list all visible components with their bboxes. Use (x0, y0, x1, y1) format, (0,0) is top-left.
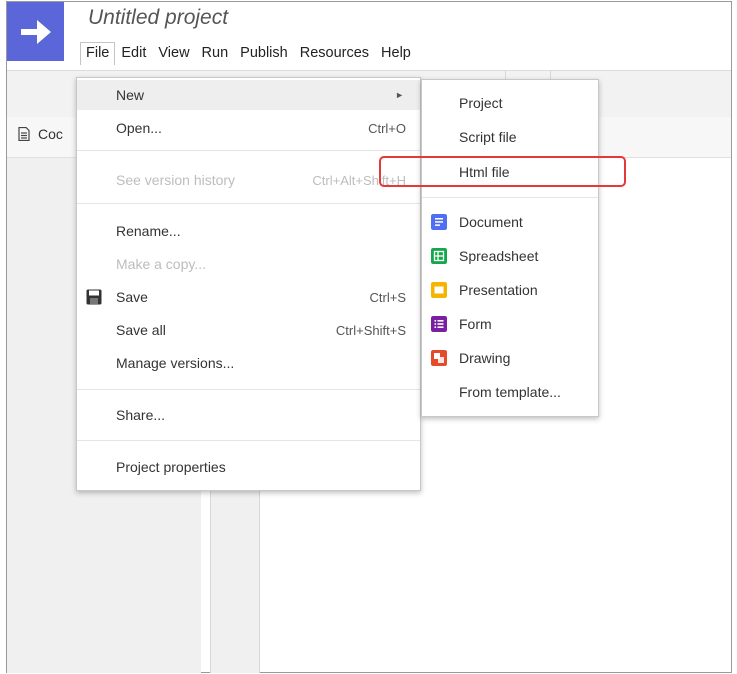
submenu-item-label: From template... (459, 384, 561, 400)
menu-edit[interactable]: Edit (115, 42, 152, 64)
sheets-icon (431, 248, 447, 264)
submenu-item-spreadsheet[interactable]: Spreadsheet (422, 240, 598, 272)
menu-item-shortcut: Ctrl+S (369, 289, 406, 305)
menu-divider (77, 389, 420, 390)
submenu-item-form[interactable]: Form (422, 308, 598, 340)
menu-help[interactable]: Help (375, 42, 417, 64)
menu-item-rename[interactable]: Rename... (77, 216, 420, 246)
menu-item-label: Make a copy... (116, 256, 207, 272)
menu-divider (77, 440, 420, 441)
drawings-icon (431, 350, 447, 366)
apps-script-logo[interactable] (7, 2, 64, 61)
menu-item-make-a-copy: Make a copy... (77, 249, 420, 279)
menu-item-label: Project properties (116, 459, 226, 475)
submenu-item-label: Drawing (459, 350, 511, 366)
menu-item-label: New (116, 87, 145, 103)
tab-code-file[interactable]: Coc (18, 126, 63, 142)
slides-icon (431, 282, 447, 298)
file-menu-dropdown: New ► Open... Ctrl+O See version history… (76, 77, 421, 491)
menu-file[interactable]: File (80, 41, 116, 65)
submenu-item-label: Spreadsheet (459, 248, 539, 264)
submenu-item-drawing[interactable]: Drawing (422, 342, 598, 374)
annotation-highlight-box (379, 156, 626, 187)
submenu-item-project[interactable]: Project (422, 87, 598, 119)
menu-item-project-properties[interactable]: Project properties (77, 452, 420, 482)
menu-item-open[interactable]: Open... Ctrl+O (77, 113, 420, 143)
menu-item-shortcut: Ctrl+Shift+S (335, 322, 406, 338)
menu-item-see-version-history: See version history Ctrl+Alt+Shift+H (77, 165, 420, 195)
submenu-item-label: Script file (459, 129, 517, 145)
menu-bar: File Edit View Run Publish Resources Hel… (80, 40, 417, 66)
menu-item-share[interactable]: Share... (77, 400, 420, 430)
menu-resources[interactable]: Resources (294, 42, 375, 64)
submenu-item-label: Project (459, 95, 503, 111)
menu-divider (77, 203, 420, 204)
floppy-disk-icon (86, 289, 102, 305)
submenu-item-label: Form (459, 316, 492, 332)
project-title[interactable]: Untitled project (88, 6, 228, 30)
menu-item-manage-versions[interactable]: Manage versions... (77, 348, 420, 378)
menu-item-label: Save all (116, 322, 166, 338)
menu-item-label: See version history (116, 172, 236, 188)
arrow-right-icon (20, 19, 51, 44)
menu-item-label: Rename... (116, 223, 181, 239)
tab-label: Coc (38, 126, 63, 142)
menu-item-label: Share... (116, 407, 166, 423)
menu-run[interactable]: Run (196, 42, 235, 64)
submenu-item-script-file[interactable]: Script file (422, 121, 598, 153)
submenu-item-document[interactable]: Document (422, 206, 598, 238)
menu-item-save-all[interactable]: Save all Ctrl+Shift+S (77, 315, 420, 345)
menu-view[interactable]: View (152, 42, 195, 64)
submenu-divider (422, 197, 598, 198)
docs-icon (431, 214, 447, 230)
menu-item-shortcut: Ctrl+O (368, 120, 406, 136)
menu-item-new[interactable]: New ► (77, 80, 420, 110)
menu-publish[interactable]: Publish (234, 42, 294, 64)
menu-divider (77, 150, 420, 151)
submenu-item-presentation[interactable]: Presentation (422, 274, 598, 306)
menu-item-label: Manage versions... (116, 355, 235, 371)
submenu-item-label: Document (459, 214, 523, 230)
menu-item-save[interactable]: Save Ctrl+S (77, 282, 420, 312)
menu-item-label: Open... (116, 120, 162, 136)
forms-icon (431, 316, 447, 332)
new-submenu: Project Script file Html file Document S… (421, 79, 599, 417)
submenu-arrow-icon: ► (395, 90, 404, 100)
submenu-item-label: Presentation (459, 282, 538, 298)
menu-item-label: Save (116, 289, 148, 305)
submenu-item-from-template[interactable]: From template... (422, 376, 598, 408)
file-icon (18, 127, 30, 141)
